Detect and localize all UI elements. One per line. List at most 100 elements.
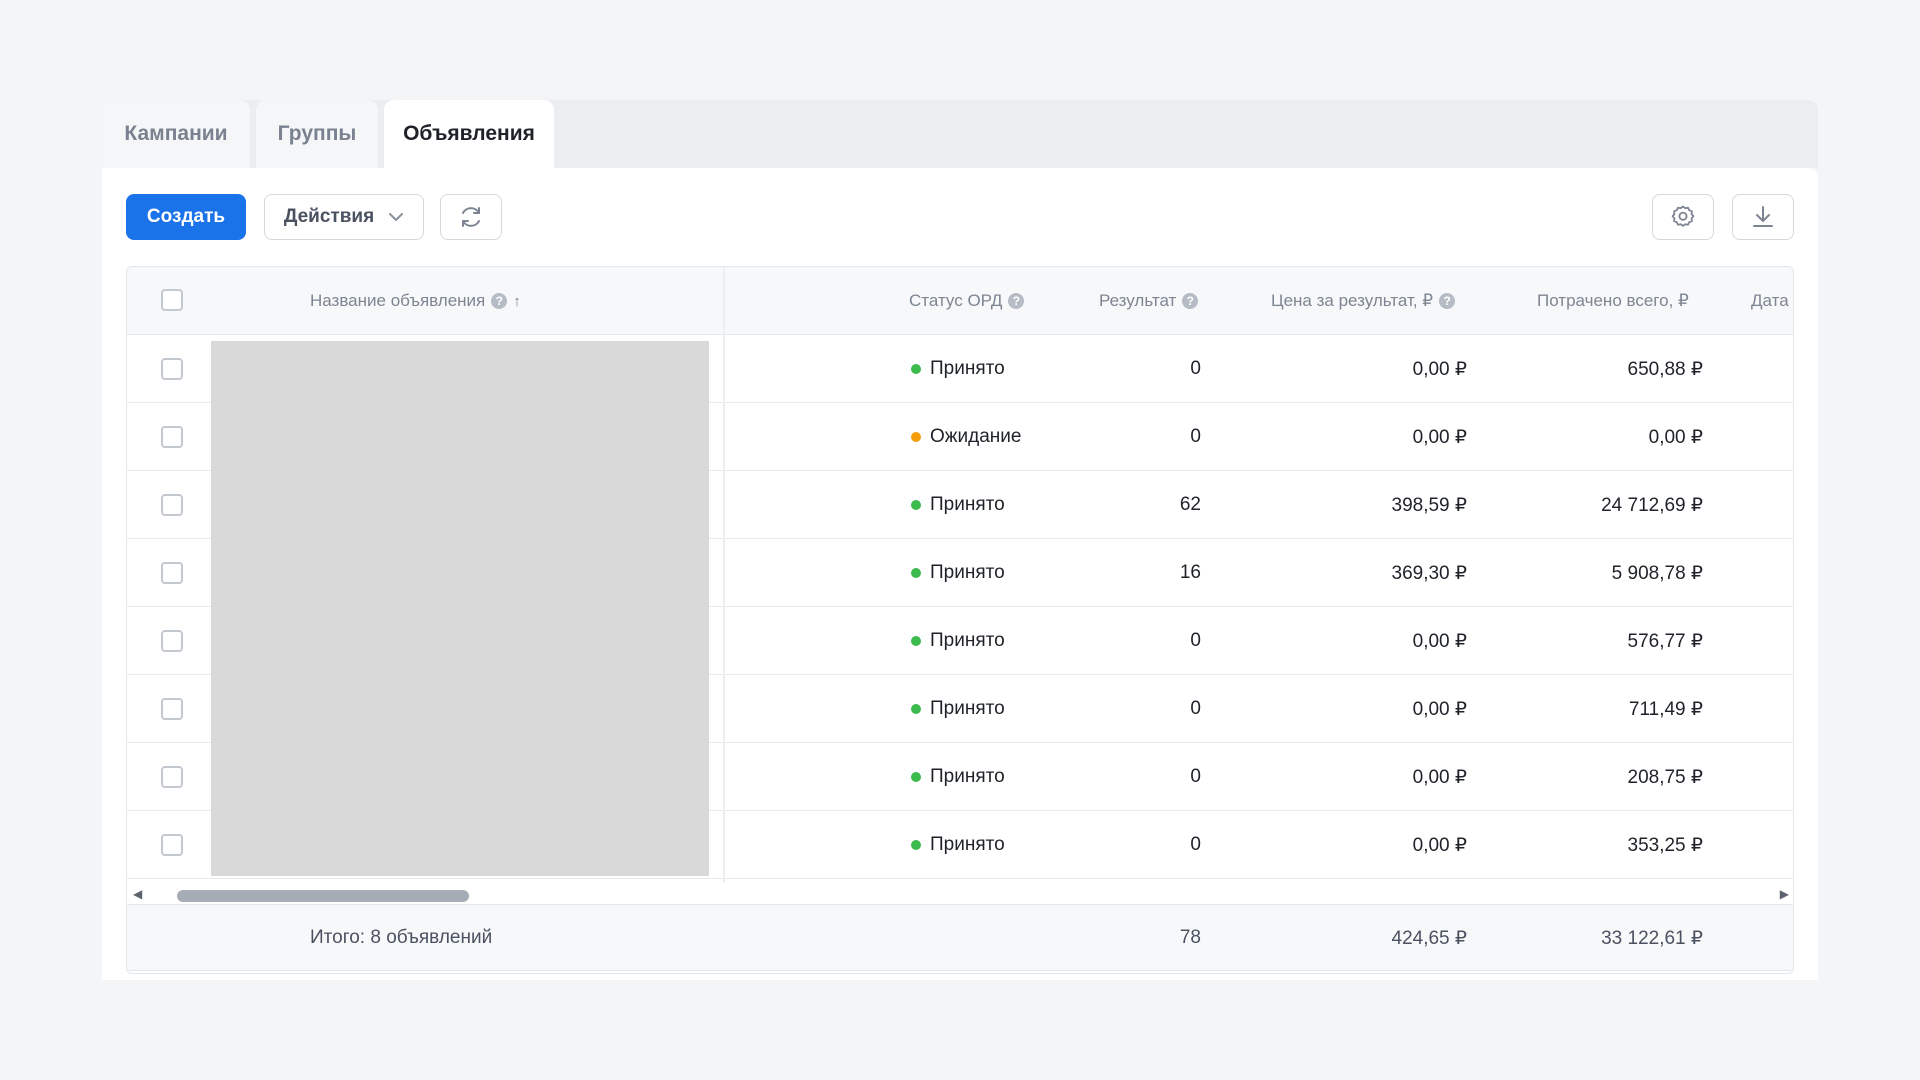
ord-status-text: Принято	[930, 766, 1005, 787]
help-icon[interactable]: ?	[1008, 293, 1025, 309]
ord-status-text: Ожидание	[930, 426, 1022, 447]
spent-total-cell: 650,88 ₽	[1627, 358, 1703, 380]
ord-status-text: Принято	[930, 630, 1005, 651]
ord-status-text: Принято	[930, 834, 1005, 855]
status-dot	[911, 840, 921, 850]
table-settings-button[interactable]	[1652, 194, 1714, 240]
totals-cost-per-result: 424,65 ₽	[1391, 927, 1467, 949]
sort-ascending-icon[interactable]: ↑	[513, 293, 521, 310]
row-checkbox[interactable]	[161, 630, 183, 652]
column-header-name[interactable]: Название объявления ? ↑	[310, 267, 521, 335]
tab-groups[interactable]: Группы	[256, 100, 378, 168]
ord-status-cell: Принято	[911, 335, 1005, 403]
actions-dropdown[interactable]: Действия	[264, 194, 424, 240]
totals-result: 78	[1179, 927, 1201, 948]
download-icon	[1750, 204, 1776, 230]
result-cell: 0	[1190, 358, 1201, 379]
spent-total-cell: 5 908,78 ₽	[1611, 562, 1703, 584]
result-cell: 0	[1190, 698, 1201, 719]
ord-status-text: Принято	[930, 494, 1005, 515]
help-icon[interactable]: ?	[1182, 293, 1199, 309]
status-dot	[911, 432, 921, 442]
column-header-name-label: Название объявления	[310, 291, 486, 310]
cost-per-result-cell: 0,00 ₽	[1412, 358, 1467, 380]
ads-panel: Создать Действия Название объявления ? ↑…	[102, 168, 1818, 980]
refresh-button[interactable]	[440, 194, 502, 240]
row-checkbox[interactable]	[161, 834, 183, 856]
refresh-icon	[458, 204, 484, 230]
table-header: Название объявления ? ↑ Статус ОРД ? Рез…	[127, 267, 1793, 335]
help-icon[interactable]: ?	[1439, 293, 1456, 309]
column-header-date[interactable]: Дата	[1751, 267, 1789, 335]
result-cell: 0	[1190, 766, 1201, 787]
result-cell: 0	[1190, 630, 1201, 651]
ord-status-cell: Принято	[911, 811, 1005, 879]
horizontal-scrollbar[interactable]: ◀ ▶	[127, 883, 1793, 905]
column-header-cost-per-result-label: Цена за результат, ₽	[1271, 291, 1434, 310]
status-dot	[911, 500, 921, 510]
cost-per-result-cell: 0,00 ₽	[1412, 698, 1467, 720]
status-dot	[911, 568, 921, 578]
scroll-right-icon[interactable]: ▶	[1780, 887, 1789, 901]
column-header-result[interactable]: Результат ?	[1099, 267, 1199, 335]
column-header-spent-total[interactable]: Потрачено всего, ₽	[1537, 267, 1689, 335]
row-checkbox[interactable]	[161, 358, 183, 380]
column-header-result-label: Результат	[1099, 291, 1177, 310]
status-dot	[911, 704, 921, 714]
row-checkbox[interactable]	[161, 698, 183, 720]
ord-status-text: Принято	[930, 358, 1005, 379]
totals-label: Итого: 8 объявлений	[310, 927, 493, 948]
ord-status-cell: Принято	[911, 743, 1005, 811]
cost-per-result-cell: 0,00 ₽	[1412, 834, 1467, 856]
ord-status-cell: Принято	[911, 607, 1005, 675]
help-icon[interactable]: ?	[491, 293, 508, 309]
ord-status-text: Принято	[930, 698, 1005, 719]
scroll-left-icon[interactable]: ◀	[133, 887, 142, 901]
spent-total-cell: 0,00 ₽	[1648, 426, 1703, 448]
result-cell: 0	[1190, 426, 1201, 447]
spent-total-cell: 353,25 ₽	[1627, 834, 1703, 856]
result-cell: 0	[1190, 834, 1201, 855]
status-dot	[911, 772, 921, 782]
actions-label: Действия	[283, 206, 375, 227]
cost-per-result-cell: 398,59 ₽	[1391, 494, 1467, 516]
table-totals-row: Итого: 8 объявлений 78 424,65 ₽ 33 122,6…	[127, 905, 1793, 971]
tab-campaigns[interactable]: Кампании	[102, 100, 250, 168]
cost-per-result-cell: 0,00 ₽	[1412, 630, 1467, 652]
cost-per-result-cell: 0,00 ₽	[1412, 426, 1467, 448]
ord-status-cell: Принято	[911, 539, 1005, 607]
ads-table: Название объявления ? ↑ Статус ОРД ? Рез…	[126, 266, 1794, 974]
spent-total-cell: 24 712,69 ₽	[1601, 494, 1703, 516]
status-dot	[911, 364, 921, 374]
ord-status-cell: Принято	[911, 471, 1005, 539]
row-checkbox[interactable]	[161, 426, 183, 448]
totals-spent: 33 122,61 ₽	[1601, 927, 1703, 949]
tab-bar: Кампании Группы Объявления	[102, 100, 1818, 168]
gear-icon	[1670, 204, 1696, 230]
row-checkbox[interactable]	[161, 494, 183, 516]
spent-total-cell: 711,49 ₽	[1628, 698, 1703, 720]
column-header-cost-per-result[interactable]: Цена за результат, ₽ ?	[1271, 267, 1456, 335]
result-cell: 16	[1179, 562, 1201, 583]
row-checkbox[interactable]	[161, 562, 183, 584]
select-all-checkbox[interactable]	[161, 289, 183, 311]
status-dot	[911, 636, 921, 646]
redacted-ad-names	[211, 341, 709, 876]
download-button[interactable]	[1732, 194, 1794, 240]
scrollbar-thumb[interactable]	[177, 890, 469, 902]
ord-status-text: Принято	[930, 562, 1005, 583]
cost-per-result-cell: 369,30 ₽	[1391, 562, 1467, 584]
create-button[interactable]: Создать	[126, 194, 246, 240]
column-header-ord-status[interactable]: Статус ОРД ?	[909, 267, 1025, 335]
tab-ads[interactable]: Объявления	[384, 100, 554, 168]
column-header-ord-status-label: Статус ОРД	[909, 291, 1003, 310]
sticky-column-divider	[723, 267, 725, 883]
spent-total-cell: 208,75 ₽	[1627, 766, 1703, 788]
ord-status-cell: Ожидание	[911, 403, 1021, 471]
cost-per-result-cell: 0,00 ₽	[1412, 766, 1467, 788]
spent-total-cell: 576,77 ₽	[1627, 630, 1703, 652]
row-checkbox[interactable]	[161, 766, 183, 788]
ord-status-cell: Принято	[911, 675, 1005, 743]
result-cell: 62	[1179, 494, 1201, 515]
chevron-down-icon	[388, 212, 404, 222]
